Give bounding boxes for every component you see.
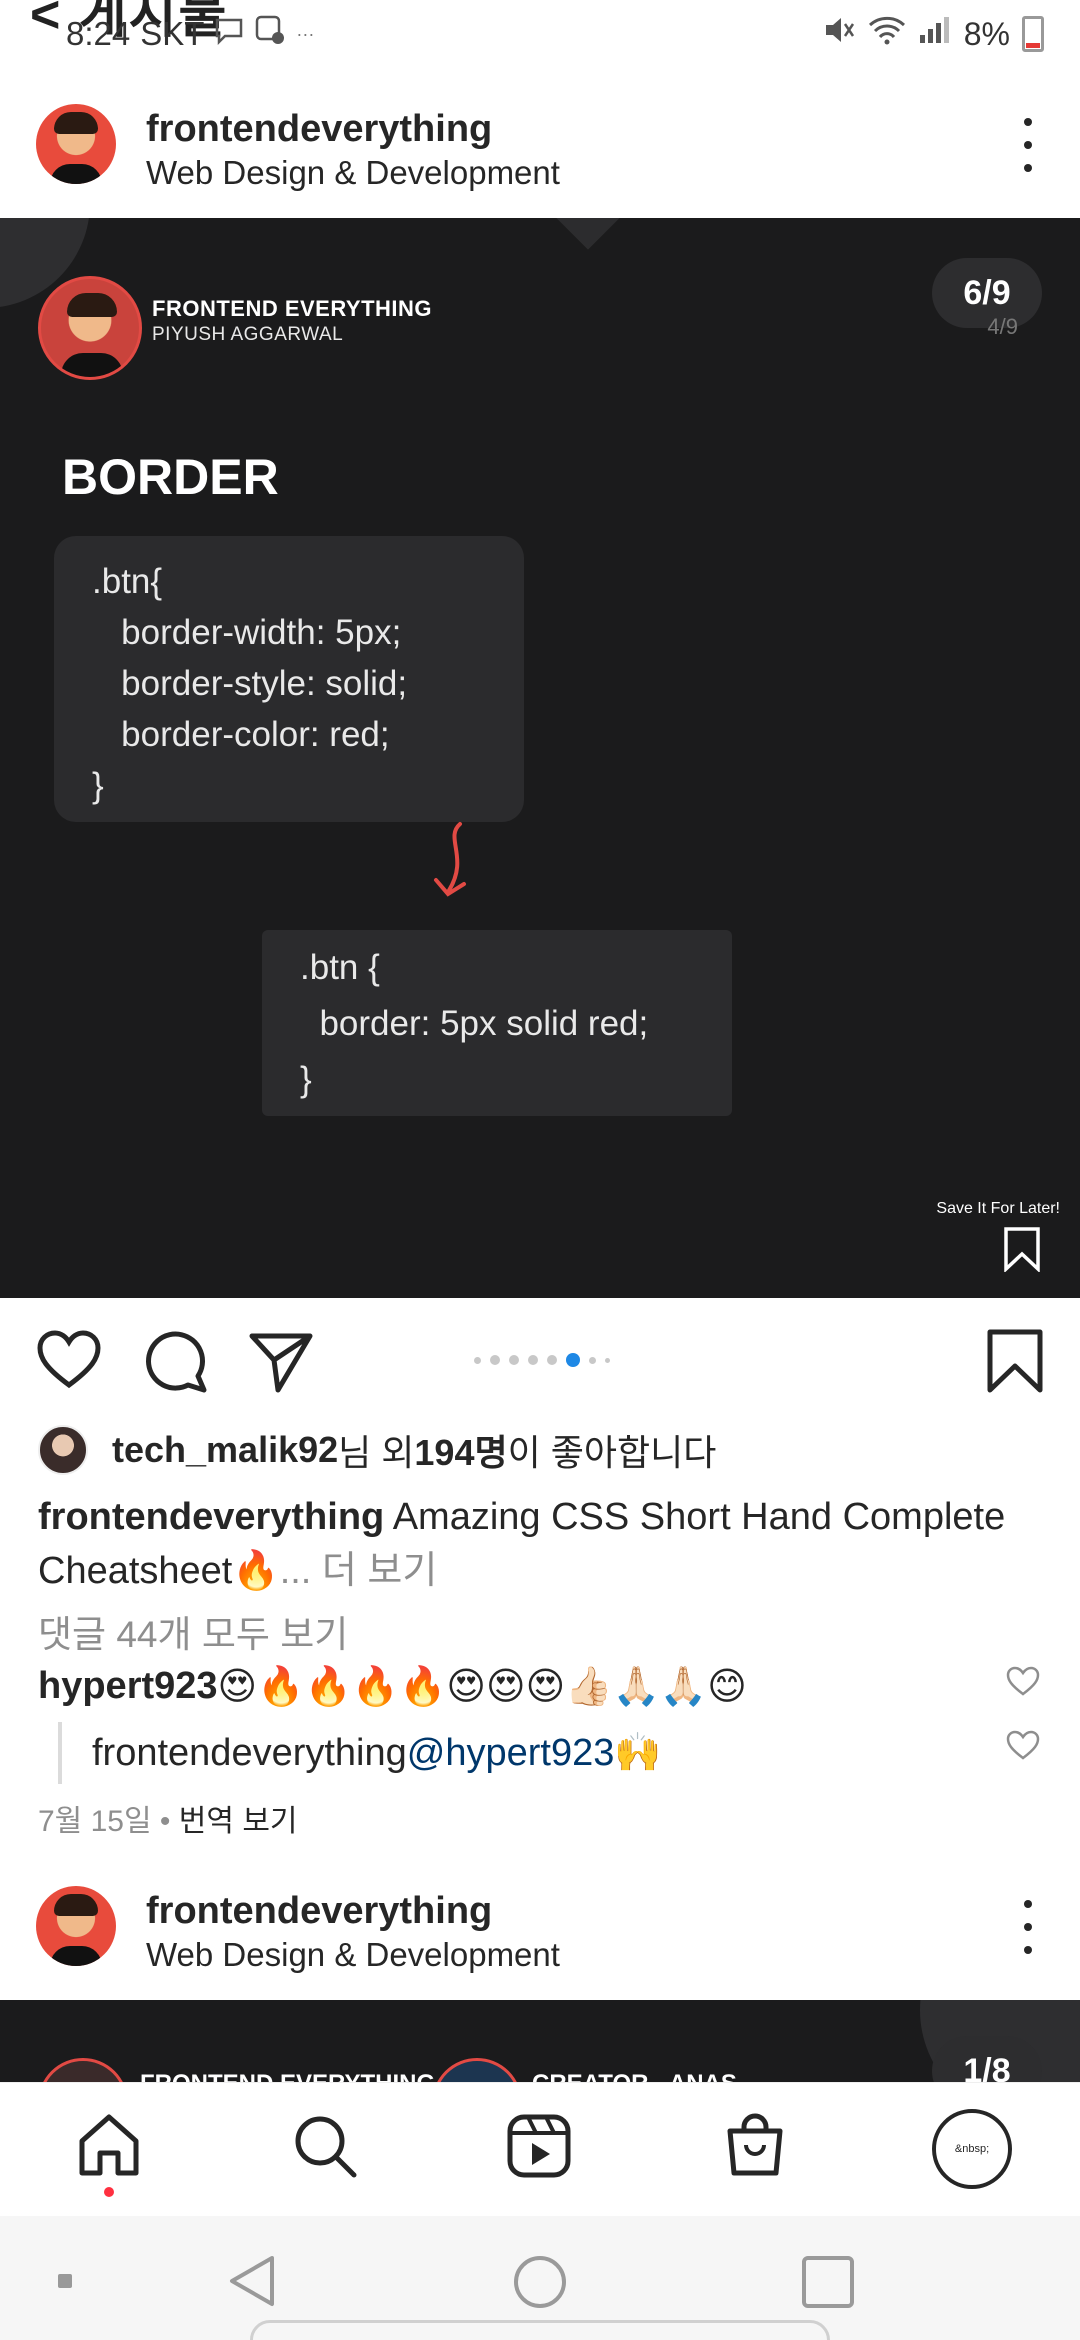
message-icon	[214, 15, 244, 53]
carousel-dot	[605, 1357, 610, 1363]
code-line: }	[300, 1060, 312, 1099]
status-bar: < 게시물 8:24 SKT ··· 8%	[0, 0, 1080, 66]
translate-link[interactable]: 번역 보기	[179, 1805, 298, 1838]
post-meta: 7월 15일 • 번역 보기	[38, 1796, 298, 1840]
brand-title: FRONTEND EVERYTHING	[152, 296, 433, 321]
post-caption: frontendeverything Amazing CSS Short Han…	[38, 1490, 1048, 1598]
signal-icon	[918, 15, 952, 53]
reels-icon[interactable]	[504, 2111, 574, 2181]
more-link[interactable]: ... 더 보기	[280, 1550, 438, 1592]
code-block-longhand: .btn{ border-width: 5px; border-style: s…	[54, 536, 524, 822]
reply-text: 🙌	[614, 1732, 662, 1774]
save-bookmark-icon[interactable]	[982, 1328, 1048, 1394]
post-username[interactable]: frontendeverything	[146, 108, 492, 151]
post-header-2: frontendeverything Web Design & Developm…	[0, 1850, 1080, 2000]
carousel-indicator	[474, 1353, 610, 1367]
carousel-dot	[490, 1355, 500, 1365]
reply-username[interactable]: frontendeverything	[92, 1732, 407, 1775]
recents-icon[interactable]	[800, 2254, 856, 2310]
decorative-diamond	[548, 218, 628, 250]
more-options-button[interactable]	[1016, 1900, 1040, 1954]
post-image-slide[interactable]: FRONTEND EVERYTHING PIYUSH AGGARWAL 6/9 …	[0, 218, 1080, 1298]
carousel-dot-active	[566, 1353, 580, 1367]
reply-like-icon[interactable]	[1006, 1730, 1040, 1762]
share-send-icon[interactable]	[248, 1328, 314, 1394]
bookmark-icon	[1004, 1227, 1040, 1272]
home-circle-icon[interactable]	[512, 2254, 568, 2310]
brand-subtitle: PIYUSH AGGARWAL	[152, 324, 344, 345]
shop-bag-icon[interactable]	[720, 2111, 790, 2181]
mute-icon	[822, 14, 856, 54]
likes-text: 님 외	[338, 1432, 415, 1473]
comment-icon[interactable]	[142, 1328, 208, 1394]
system-nav-bar	[0, 2216, 1080, 2340]
likes-summary[interactable]: tech_malik92 님 외 194명 이 좋아합니다	[38, 1424, 716, 1476]
code-block-shorthand: .btn { border: 5px solid red; }	[262, 930, 732, 1116]
carousel-dot	[509, 1355, 519, 1365]
app-switch-small-icon[interactable]	[56, 2272, 74, 2290]
home-notification-dot	[104, 2187, 114, 2197]
post-subtitle: Web Design & Development	[146, 154, 560, 191]
code-line: border-color: red;	[92, 715, 390, 754]
slide-counter-ghost: 4/9	[987, 314, 1018, 339]
back-icon[interactable]	[226, 2254, 278, 2308]
avatar[interactable]	[36, 1886, 116, 1966]
liker-username[interactable]: tech_malik92	[112, 1429, 338, 1471]
meta-separator: •	[151, 1805, 179, 1838]
code-line: border: 5px solid red;	[300, 1004, 649, 1043]
slide-heading: BORDER	[62, 449, 279, 505]
code-line: }	[92, 766, 104, 805]
bottom-nav: &nbsp;	[0, 2082, 1080, 2216]
curved-arrow-icon	[434, 822, 466, 897]
code-line: .btn{	[92, 562, 163, 601]
gesture-handle[interactable]	[250, 2320, 830, 2340]
avatar[interactable]	[36, 104, 116, 184]
profile-button[interactable]: &nbsp;	[932, 2109, 1012, 2189]
battery-percent: 8%	[963, 15, 1010, 52]
brand-avatar	[38, 276, 142, 380]
battery-icon	[1022, 16, 1044, 52]
reply-mention[interactable]: @hypert923	[407, 1732, 615, 1775]
comment-reply: frontendeverything @hypert923 🙌	[58, 1722, 662, 1784]
search-icon[interactable]	[290, 2111, 360, 2181]
likes-tail: 이 좋아합니다	[507, 1432, 717, 1473]
comment-text: 😍🔥🔥🔥🔥😍😍😍👍🏻🙏🏻🙏🏻😊	[217, 1666, 747, 1708]
like-heart-icon[interactable]	[36, 1328, 102, 1394]
home-icon[interactable]	[74, 2111, 144, 2181]
comment-like-icon[interactable]	[1006, 1666, 1040, 1698]
more-options-button[interactable]	[1016, 118, 1040, 172]
post-username[interactable]: frontendeverything	[146, 1890, 492, 1933]
status-time: 8:24	[66, 15, 131, 52]
carousel-dot	[589, 1356, 596, 1364]
status-more: ···	[296, 23, 315, 44]
post-subtitle: Web Design & Development	[146, 1936, 560, 1973]
liker-avatar	[38, 1425, 88, 1475]
status-carrier: SKT	[140, 15, 205, 52]
carousel-dot	[474, 1356, 481, 1364]
save-later-text: Save It For Later!	[936, 1200, 1060, 1217]
view-all-comments-link[interactable]: 댓글 44개 모두 보기	[38, 1604, 348, 1658]
code-line: border-style: solid;	[92, 664, 408, 703]
app-notification-icon	[254, 14, 286, 54]
code-line: .btn {	[300, 948, 380, 987]
post-date: 7월 15일	[38, 1805, 152, 1838]
caption-username[interactable]: frontendeverything	[38, 1496, 384, 1538]
comment-item: hypert923 😍🔥🔥🔥🔥😍😍😍👍🏻🙏🏻🙏🏻😊	[38, 1664, 747, 1709]
comment-username[interactable]: hypert923	[38, 1665, 218, 1708]
post-header: frontendeverything Web Design & Developm…	[0, 68, 1080, 218]
likes-count[interactable]: 194명	[414, 1424, 507, 1476]
carousel-dot	[547, 1355, 557, 1365]
wifi-icon	[868, 15, 906, 53]
post-actions	[0, 1298, 1080, 1418]
carousel-dot	[528, 1355, 538, 1365]
code-line: border-width: 5px;	[92, 613, 402, 652]
